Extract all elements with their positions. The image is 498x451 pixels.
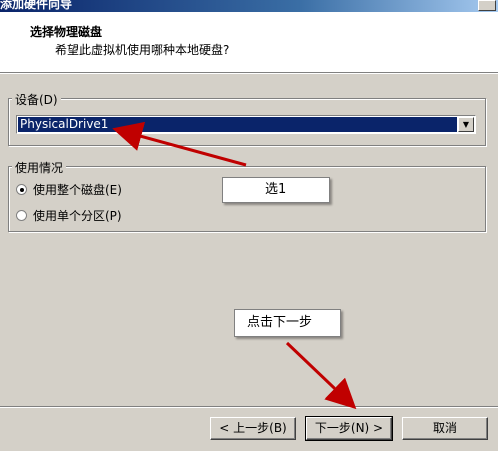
annotation-arrows — [112, 121, 357, 410]
arrow-to-dropdown — [112, 121, 247, 167]
arrow-to-next-button — [285, 341, 357, 410]
